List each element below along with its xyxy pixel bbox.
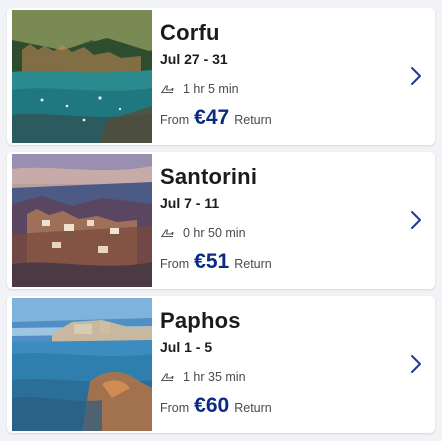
from-label: From — [160, 113, 190, 127]
travel-dates: Jul 7 - 11 — [160, 195, 220, 211]
from-label: From — [160, 257, 190, 271]
chevron-right-icon[interactable] — [410, 354, 422, 374]
flight-card-paphos[interactable]: Paphos Jul 1 - 5 1 hr 35 min From €60 Re… — [7, 296, 435, 433]
destination-photo — [12, 10, 152, 143]
flight-duration: 0 hr 50 min — [160, 226, 246, 240]
travel-dates: Jul 1 - 5 — [160, 339, 213, 355]
flight-card-corfu[interactable]: Corfu Jul 27 - 31 1 hr 5 min From €47 Re… — [7, 8, 435, 145]
price-value: €60 — [194, 394, 230, 417]
flight-info: Paphos Jul 1 - 5 1 hr 35 min From €60 Re… — [160, 296, 395, 433]
price-row: From €47 Return — [160, 106, 272, 130]
price-value: €47 — [194, 106, 230, 129]
destination-photo — [12, 154, 152, 287]
duration-text: 1 hr 35 min — [183, 370, 246, 384]
price-row: From €51 Return — [160, 250, 272, 274]
destination-photo — [12, 298, 152, 431]
flight-card-santorini[interactable]: Santorini Jul 7 - 11 0 hr 50 min From €5… — [7, 152, 435, 289]
destination-name: Santorini — [160, 164, 258, 189]
flight-info: Corfu Jul 27 - 31 1 hr 5 min From €47 Re… — [160, 8, 395, 145]
plane-icon — [160, 84, 174, 94]
return-label: Return — [234, 257, 272, 271]
from-label: From — [160, 401, 190, 415]
chevron-right-icon[interactable] — [410, 210, 422, 230]
flight-duration: 1 hr 5 min — [160, 82, 239, 96]
duration-text: 1 hr 5 min — [183, 82, 239, 96]
price-value: €51 — [194, 250, 230, 273]
travel-dates: Jul 27 - 31 — [160, 51, 228, 67]
destination-name: Corfu — [160, 20, 220, 45]
destination-name: Paphos — [160, 308, 241, 333]
duration-text: 0 hr 50 min — [183, 226, 246, 240]
return-label: Return — [234, 113, 272, 127]
price-row: From €60 Return — [160, 394, 272, 418]
chevron-right-icon[interactable] — [410, 66, 422, 86]
flight-info: Santorini Jul 7 - 11 0 hr 50 min From €5… — [160, 152, 395, 289]
flight-duration: 1 hr 35 min — [160, 370, 246, 384]
return-label: Return — [234, 401, 272, 415]
plane-icon — [160, 372, 174, 382]
flight-deals-list: Corfu Jul 27 - 31 1 hr 5 min From €47 Re… — [0, 0, 442, 441]
plane-icon — [160, 228, 174, 238]
